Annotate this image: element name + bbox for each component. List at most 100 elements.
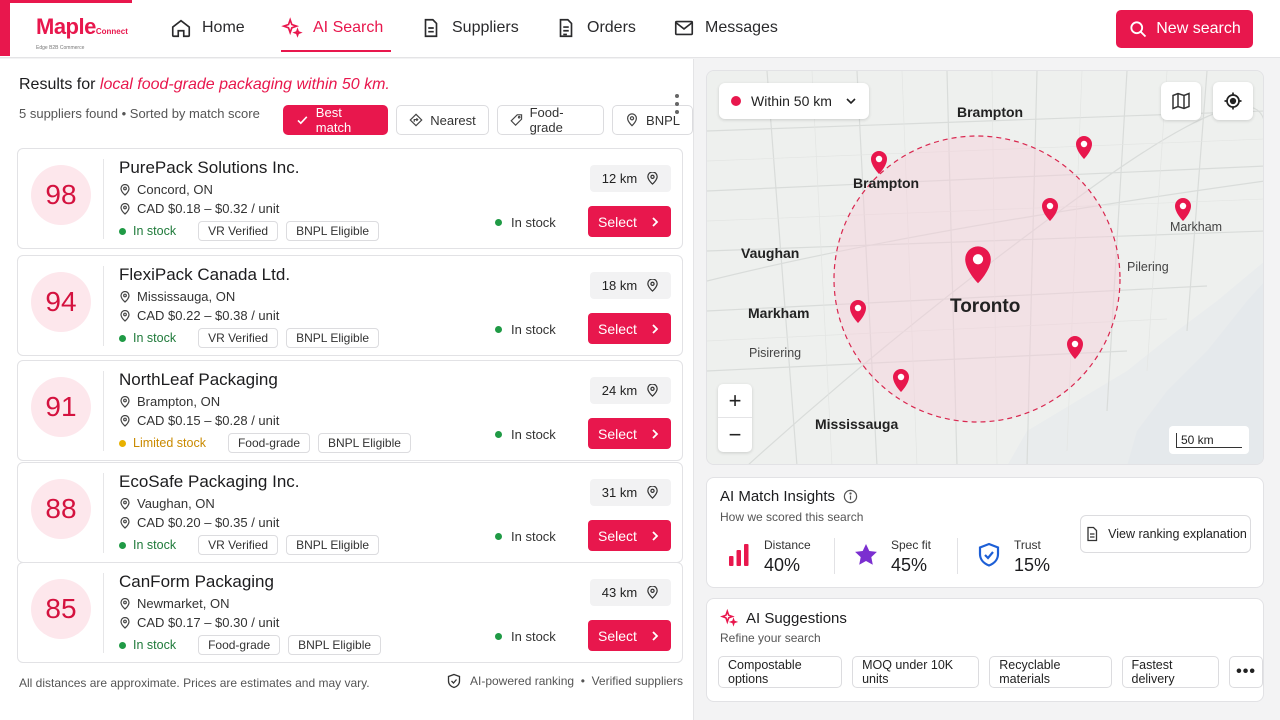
map-pin-toronto-icon[interactable] — [962, 243, 994, 285]
select-supplier-button[interactable]: Select — [588, 206, 671, 237]
supplier-name[interactable]: FlexiPack Canada Ltd. — [119, 265, 290, 285]
suggestions-title-text: AI Suggestions — [746, 609, 847, 627]
distance-text: 31 km — [601, 485, 638, 500]
filter-food-grade[interactable]: Food-grade — [496, 105, 605, 135]
navigation-icon — [409, 113, 423, 127]
footer-note: All distances are approximate. Prices ar… — [19, 676, 370, 690]
supplier-tag: VR Verified — [198, 328, 279, 348]
distance-badge[interactable]: 18 km — [590, 272, 671, 299]
location-pin-icon — [120, 597, 130, 610]
supplier-tags: Limited stock Food-grade BNPL Eligible — [119, 433, 411, 453]
map-view-button[interactable] — [1161, 82, 1201, 120]
sparkle-icon — [720, 609, 738, 627]
info-icon[interactable] — [843, 489, 858, 504]
location-pin-icon — [120, 290, 130, 303]
supplier-name[interactable]: CanForm Packaging — [119, 572, 274, 592]
supplier-tag: BNPL Eligible — [288, 635, 382, 655]
suggestion-chip[interactable]: Fastest delivery — [1121, 656, 1220, 688]
suggestion-chip[interactable]: MOQ under 10K units — [852, 656, 980, 688]
supplier-name[interactable]: NorthLeaf Packaging — [119, 370, 278, 390]
card-divider — [103, 573, 104, 653]
nav-orders[interactable]: Orders — [555, 0, 636, 56]
shield-icon — [978, 542, 1000, 567]
my-location-button[interactable] — [1213, 82, 1253, 120]
supplier-card[interactable]: 91 NorthLeaf Packaging Brampton, ON CAD $0.… — [17, 360, 683, 461]
select-supplier-button[interactable]: Select — [588, 620, 671, 651]
stock-status: In stock — [119, 638, 176, 652]
filter-chips: Best match Nearest Food-grade BNPL — [283, 105, 693, 135]
supplier-card[interactable]: 85 CanForm Packaging Newmarket, ON CAD $0.1… — [17, 562, 683, 663]
supplier-tag: Food-grade — [227, 433, 310, 453]
suggestion-chips: Compostable options MOQ under 10K units … — [718, 656, 1263, 688]
map-city-label: Markham — [748, 305, 810, 321]
supplier-name[interactable]: EcoSafe Packaging Inc. — [119, 472, 300, 492]
supplier-location-text: Mississauga, ON — [137, 289, 236, 304]
select-supplier-button[interactable]: Select — [588, 313, 671, 344]
supplier-card[interactable]: 94 FlexiPack Canada Ltd. Mississauga, ON CA… — [17, 255, 683, 356]
radius-label: Within 50 km — [751, 93, 832, 109]
nav-suppliers[interactable]: Suppliers — [420, 0, 519, 56]
supplier-location: Concord, ON — [119, 182, 213, 197]
map-pin-icon[interactable] — [1173, 196, 1193, 222]
new-search-button[interactable]: New search — [1116, 10, 1253, 48]
map-pin-icon[interactable] — [891, 367, 911, 393]
location-pin-icon — [120, 183, 130, 196]
filter-best-match[interactable]: Best match — [283, 105, 389, 135]
map-city-label: Brampton — [957, 104, 1024, 120]
supplier-map[interactable]: Within 50 km Brampton Brampton Markham V… — [706, 70, 1264, 465]
suggestion-chip[interactable]: Recyclable materials — [989, 656, 1112, 688]
suggestion-chip[interactable]: Compostable options — [718, 656, 843, 688]
results-query: local food-grade packaging within 50 km. — [99, 76, 390, 93]
map-pin-icon[interactable] — [1065, 334, 1085, 360]
filter-label: Food-grade — [529, 105, 564, 135]
map-city-label-toronto: Toronto — [950, 296, 1021, 317]
supplier-price: CAD $0.15 – $0.28 / unit — [119, 413, 279, 428]
view-ranking-label: View ranking explanation — [1108, 527, 1247, 541]
more-suggestions-button[interactable]: ••• — [1229, 656, 1263, 688]
map-pin-icon[interactable] — [848, 298, 868, 324]
select-supplier-button[interactable]: Select — [588, 520, 671, 551]
distance-badge[interactable]: 24 km — [590, 377, 671, 404]
distance-badge[interactable]: 31 km — [590, 479, 671, 506]
metric-distance: Distance 40% — [726, 538, 811, 576]
card-divider — [103, 159, 104, 239]
match-score-badge: 91 — [31, 377, 91, 437]
metric-label: Distance — [764, 538, 811, 552]
stock-text: Limited stock — [133, 436, 206, 450]
insights-title-text: AI Match Insights — [720, 488, 836, 505]
nav-ai-search[interactable]: AI Search — [281, 0, 392, 56]
clipboard-icon — [559, 18, 573, 38]
nav-messages[interactable]: Messages — [673, 0, 778, 56]
document-icon — [424, 18, 438, 38]
nav-label: Suppliers — [452, 19, 519, 36]
brand-accent-line — [0, 0, 132, 3]
distance-badge[interactable]: 43 km — [590, 579, 671, 606]
view-ranking-button[interactable]: View ranking explanation — [1080, 515, 1251, 553]
price-tag-icon — [120, 616, 130, 629]
availability-text: In stock — [511, 322, 556, 337]
supplier-tag: VR Verified — [198, 535, 279, 555]
distance-badge[interactable]: 12 km — [590, 165, 671, 192]
nav-home[interactable]: Home — [170, 0, 245, 56]
stock-text: In stock — [133, 638, 177, 652]
radius-dropdown[interactable]: Within 50 km — [719, 83, 869, 119]
logo[interactable]: MapleConnect Edge B2B Commerce — [36, 14, 128, 51]
map-pin-icon[interactable] — [1040, 196, 1060, 222]
zoom-in-button[interactable]: + — [718, 384, 752, 418]
supplier-name[interactable]: PurePack Solutions Inc. — [119, 158, 299, 178]
location-pin-icon — [120, 497, 130, 510]
filter-nearest[interactable]: Nearest — [396, 105, 489, 135]
suggestions-subtitle: Refine your search — [720, 631, 821, 645]
map-pin-icon[interactable] — [869, 149, 889, 175]
supplier-card[interactable]: 88 EcoSafe Packaging Inc. Vaughan, ON CAD $… — [17, 462, 683, 563]
supplier-card[interactable]: 98 PurePack Solutions Inc. Concord, ON CAD … — [17, 148, 683, 249]
more-options-icon[interactable] — [673, 92, 681, 116]
location-pin-icon — [647, 586, 658, 599]
distance-text: 24 km — [601, 383, 638, 398]
zoom-out-button[interactable]: − — [718, 418, 752, 452]
filter-label: Best match — [315, 105, 352, 135]
supplier-tags: In stock VR Verified BNPL Eligible — [119, 328, 380, 348]
map-pin-icon[interactable] — [1074, 134, 1094, 160]
supplier-location-text: Concord, ON — [137, 182, 213, 197]
select-supplier-button[interactable]: Select — [588, 418, 671, 449]
